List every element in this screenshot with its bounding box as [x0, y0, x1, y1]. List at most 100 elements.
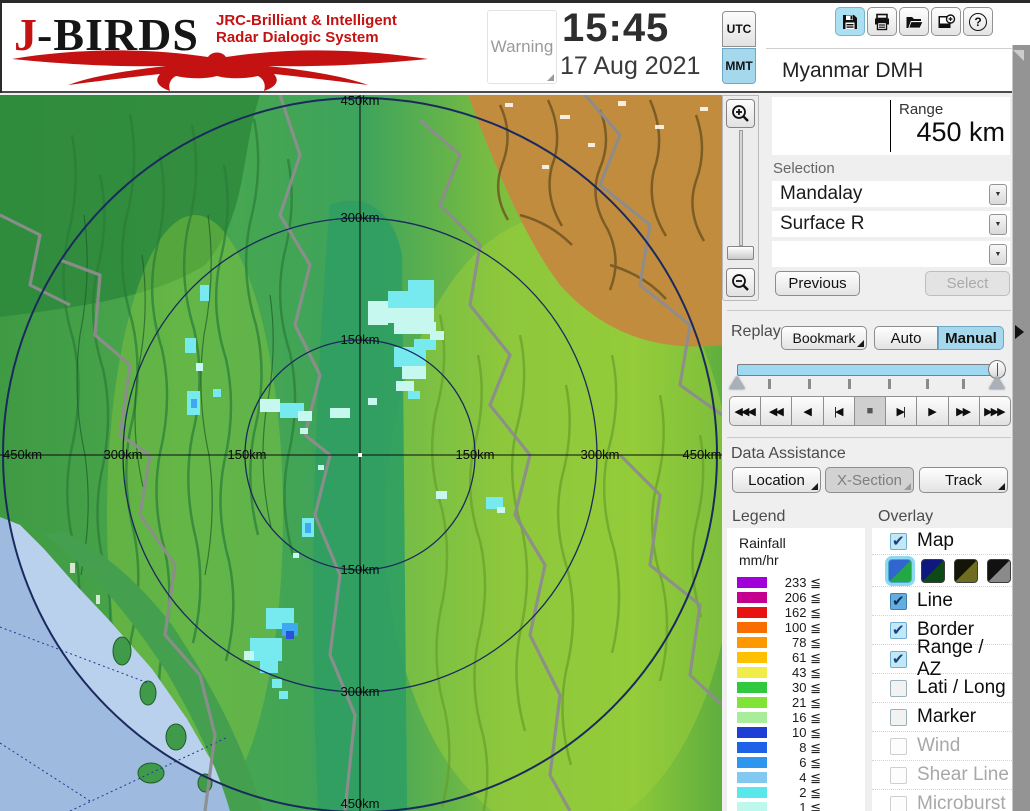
- timeline-tick: [888, 379, 891, 389]
- zoom-slider-handle[interactable]: [727, 246, 754, 260]
- add-image-button[interactable]: [931, 7, 961, 36]
- mmt-button[interactable]: MMT: [722, 48, 756, 84]
- chevron-down-icon[interactable]: [989, 183, 1007, 205]
- svg-text:300km: 300km: [340, 210, 379, 225]
- zoom-slider-track[interactable]: [739, 130, 743, 246]
- panel-collapse-strip[interactable]: [1012, 45, 1030, 811]
- replay-timeline-track[interactable]: [737, 364, 1005, 376]
- legend-value: 10 ≦: [792, 724, 821, 740]
- checkbox-unchecked-icon[interactable]: [890, 708, 907, 726]
- overlay-item-lati-long[interactable]: Lati / Long: [872, 673, 1012, 702]
- glyph: ◀◀: [768, 405, 784, 418]
- legend-value: 43 ≦: [792, 664, 821, 680]
- checkbox-checked-icon[interactable]: [890, 592, 907, 610]
- chevron-down-icon[interactable]: [989, 243, 1007, 265]
- glyph: ▶▶: [956, 405, 971, 418]
- clock-date: 17 Aug 2021: [560, 52, 701, 80]
- save-button[interactable]: [835, 7, 865, 36]
- manual-button[interactable]: Manual: [938, 326, 1004, 350]
- print-button[interactable]: [867, 7, 897, 36]
- jump-end-button[interactable]: ▶▶▶: [978, 396, 1011, 426]
- chevron-down-icon[interactable]: [989, 213, 1007, 235]
- selection-label: Selection: [773, 160, 835, 177]
- fast-forward-button[interactable]: ▶▶: [947, 396, 980, 426]
- svg-text:300km: 300km: [340, 684, 379, 699]
- play-reverse-button[interactable]: ◀: [791, 396, 824, 426]
- previous-button[interactable]: Previous: [775, 271, 860, 296]
- overlay-item-label: Map: [917, 530, 954, 551]
- overlay-item-map[interactable]: Map: [872, 528, 1012, 554]
- timeline-tick: [808, 379, 811, 389]
- overlay-item-line[interactable]: Line: [872, 586, 1012, 615]
- track-button[interactable]: Track: [919, 467, 1008, 493]
- checkbox-unchecked-icon[interactable]: [890, 679, 907, 697]
- utc-button[interactable]: UTC: [722, 11, 756, 47]
- open-folder-button[interactable]: [899, 7, 929, 36]
- glyph: |◀: [834, 405, 843, 418]
- glyph: ▶: [928, 405, 937, 418]
- play-button[interactable]: ▶: [916, 396, 949, 426]
- legend-swatch: [737, 607, 767, 618]
- stop-button[interactable]: ■: [853, 396, 887, 426]
- legend-swatch: [737, 787, 767, 798]
- overlay-item-marker[interactable]: Marker: [872, 702, 1012, 731]
- step-forward-button[interactable]: ▶|: [885, 396, 918, 426]
- map-style-swatch-2[interactable]: [921, 558, 945, 583]
- map-style-swatch-3[interactable]: [954, 558, 978, 583]
- divider: [727, 437, 1011, 438]
- map-style-swatch-4[interactable]: [987, 558, 1011, 583]
- save-icon: [843, 14, 857, 29]
- legend-swatch: [737, 802, 767, 811]
- bookmark-button[interactable]: Bookmark: [781, 326, 867, 350]
- location-label: Location: [748, 471, 805, 489]
- legend-row: 6 ≦: [727, 755, 865, 770]
- checkbox-checked-icon[interactable]: [890, 532, 907, 550]
- xsection-button[interactable]: X-Section: [825, 467, 914, 493]
- timeline-start-marker[interactable]: [729, 376, 745, 389]
- add-image-icon: [938, 13, 955, 28]
- warning-button[interactable]: Warning: [487, 10, 557, 84]
- legend-swatch: [737, 592, 767, 603]
- warning-menu-corner: [547, 74, 554, 81]
- legend-label: Legend: [732, 508, 786, 525]
- legend-title-line1: Rainfall: [739, 535, 786, 551]
- jump-start-button[interactable]: ◀◀◀: [729, 396, 762, 426]
- legend-row: 8 ≦: [727, 740, 865, 755]
- panel-expand-arrow-icon[interactable]: [1015, 325, 1024, 339]
- logo-tagline-line1: JRC-Brilliant & Intelligent: [216, 12, 397, 29]
- glyph: ▶|: [896, 405, 906, 418]
- location-button[interactable]: Location: [732, 467, 821, 493]
- zoom-out-button[interactable]: [726, 268, 755, 297]
- zoom-in-button[interactable]: [726, 99, 755, 128]
- legend-swatch: [737, 637, 767, 648]
- legend-row: 4 ≦: [727, 770, 865, 785]
- svg-text:150km: 150km: [455, 447, 494, 462]
- checkbox-checked-icon[interactable]: [890, 650, 907, 668]
- divider: [727, 310, 1011, 311]
- checkbox-checked-icon[interactable]: [890, 621, 907, 639]
- map-style-swatch-1[interactable]: [888, 558, 912, 583]
- legend-row: 43 ≦: [727, 665, 865, 680]
- svg-text:150km: 150km: [227, 447, 266, 462]
- step-back-button[interactable]: |◀: [822, 396, 855, 426]
- auto-button[interactable]: Auto: [874, 326, 938, 350]
- legend-value: 4 ≦: [799, 769, 821, 785]
- overlay-item-label: Shear Line: [917, 764, 1009, 785]
- bookmark-label: Bookmark: [792, 330, 856, 346]
- station-dropdown[interactable]: Mandalay: [772, 181, 1010, 207]
- previous-label: Previous: [788, 275, 847, 292]
- legend-swatch: [737, 712, 767, 723]
- legend-row: 206 ≦: [727, 590, 865, 605]
- overlay-item-shear-line: Shear Line: [872, 760, 1012, 789]
- fast-rewind-button[interactable]: ◀◀: [760, 396, 793, 426]
- option-dropdown[interactable]: [772, 241, 1010, 267]
- radar-map[interactable]: 450km 300km 150km 150km 300km 450km 450k…: [0, 95, 722, 811]
- legend-value: 78 ≦: [792, 634, 821, 650]
- timeline-end-marker[interactable]: [989, 376, 1005, 389]
- station-name: Myanmar DMH: [772, 51, 1010, 91]
- help-button[interactable]: ?: [963, 7, 993, 36]
- product-dropdown[interactable]: Surface R: [772, 211, 1010, 237]
- overlay-item-range-az[interactable]: Range / AZ: [872, 637, 1012, 680]
- legend-row: 16 ≦: [727, 710, 865, 725]
- select-button[interactable]: Select: [925, 271, 1010, 296]
